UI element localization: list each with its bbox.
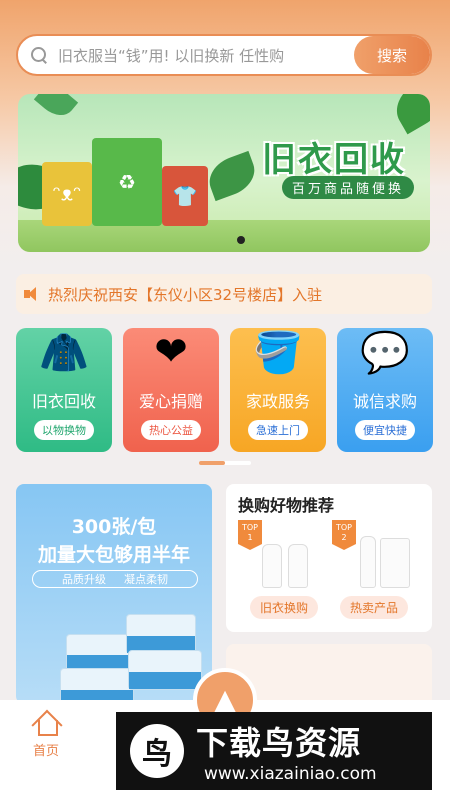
category-grid: 🧥 旧衣回收 以物换物 ❤ 爱心捐赠 热心公益 🪣 家政服务 急速上门 💬 诚信… <box>16 328 434 452</box>
bottle <box>262 544 282 588</box>
tissue-pack <box>60 668 134 704</box>
speaker-icon <box>24 287 42 301</box>
yellow-bin: ᵔᴥᵔ <box>42 162 92 226</box>
banner-title: 旧衣回收 <box>262 140 406 180</box>
category-label: 旧衣回收 <box>31 392 96 411</box>
tag-old-clothes-exchange[interactable]: 旧衣换购 <box>250 596 319 619</box>
category-label: 家政服务 <box>245 392 310 411</box>
nav-home[interactable]: 首页 <box>16 710 76 759</box>
tissue-pack <box>126 614 196 654</box>
carousel-indicator[interactable] <box>237 236 245 244</box>
promo-feature: 品质升级 <box>62 573 106 586</box>
watermark-title: 下载鸟资源 <box>196 724 362 762</box>
tube <box>360 536 376 588</box>
category-tag: 以物换物 <box>34 420 94 440</box>
recycle-icon: ♻ <box>118 170 136 194</box>
bird-logo-icon: 鸟 <box>130 724 184 778</box>
promo-feature: 凝点柔韧 <box>124 573 168 586</box>
search-icon <box>30 46 48 64</box>
bottle <box>288 544 308 588</box>
product-image[interactable] <box>354 524 414 588</box>
rank-badge: TOP 2 <box>332 520 356 550</box>
tissue-promo-card[interactable]: 300张/包 加量大包够用半年 品质升级 凝点柔韧 <box>16 484 212 704</box>
product-image[interactable] <box>258 524 318 588</box>
tissue-pack <box>66 634 134 672</box>
category-label: 爱心捐赠 <box>138 392 203 411</box>
cleaning-bucket-icon: 🪣 <box>253 329 303 376</box>
green-bin: ♻ <box>92 138 162 226</box>
category-tag: 便宜快捷 <box>355 420 415 440</box>
search-input[interactable]: 旧衣服当“钱”用! 以旧换新 任性购 <box>58 45 354 66</box>
product-card[interactable] <box>226 644 432 704</box>
tissue-pack <box>128 650 202 690</box>
watermark-url: www.xiazainiao.com <box>204 764 377 784</box>
recommend-card[interactable]: 换购好物推荐 TOP 1 TOP 2 旧衣换购 热卖产品 <box>226 484 432 632</box>
hoodie-icon: 🧥 <box>39 329 89 376</box>
face-icon: ᵔᴥᵔ <box>52 181 82 206</box>
promo-line2: 加量大包够用半年 <box>37 544 190 566</box>
home-icon <box>33 710 59 736</box>
shirt-icon: 👕 <box>172 184 198 208</box>
nav-home-label: 首页 <box>32 744 59 759</box>
leaf-decoration <box>33 94 79 123</box>
chat-bubble-icon: 💬 <box>360 329 410 376</box>
watermark: 鸟 下载鸟资源 www.xiazainiao.com <box>116 712 432 790</box>
category-housekeeping[interactable]: 🪣 家政服务 急速上门 <box>230 328 326 452</box>
promo-line1: 300张/包 <box>71 516 157 538</box>
pager-active <box>199 461 225 465</box>
notice-bar[interactable]: 热烈庆祝西安【东仪小区32号楼店】入驻 <box>16 274 432 314</box>
category-pager <box>199 461 251 465</box>
heart-box-icon: ❤ <box>154 329 188 375</box>
banner-subtitle: 百万商品随便换 <box>282 176 415 199</box>
category-tag: 急速上门 <box>248 420 308 440</box>
category-old-clothes[interactable]: 🧥 旧衣回收 以物换物 <box>16 328 112 452</box>
leaf-decoration <box>387 94 430 135</box>
category-buying[interactable]: 💬 诚信求购 便宜快捷 <box>337 328 433 452</box>
notice-text: 热烈庆祝西安【东仪小区32号楼店】入驻 <box>48 285 323 304</box>
promo-banner[interactable]: ᵔᴥᵔ ♻ 👕 旧衣回收 百万商品随便换 <box>18 94 430 252</box>
promo-features: 品质升级 凝点柔韧 <box>32 570 198 588</box>
recommend-title: 换购好物推荐 <box>238 496 335 515</box>
search-bar[interactable]: 旧衣服当“钱”用! 以旧换新 任性购 搜索 <box>16 34 432 76</box>
leaf-decoration <box>203 150 261 202</box>
category-tag: 热心公益 <box>141 420 201 440</box>
box <box>380 538 410 588</box>
category-donation[interactable]: ❤ 爱心捐赠 热心公益 <box>123 328 219 452</box>
red-bin: 👕 <box>162 166 208 226</box>
tag-hot-products[interactable]: 热卖产品 <box>340 596 409 619</box>
search-button[interactable]: 搜索 <box>354 36 430 74</box>
category-label: 诚信求购 <box>352 392 417 411</box>
